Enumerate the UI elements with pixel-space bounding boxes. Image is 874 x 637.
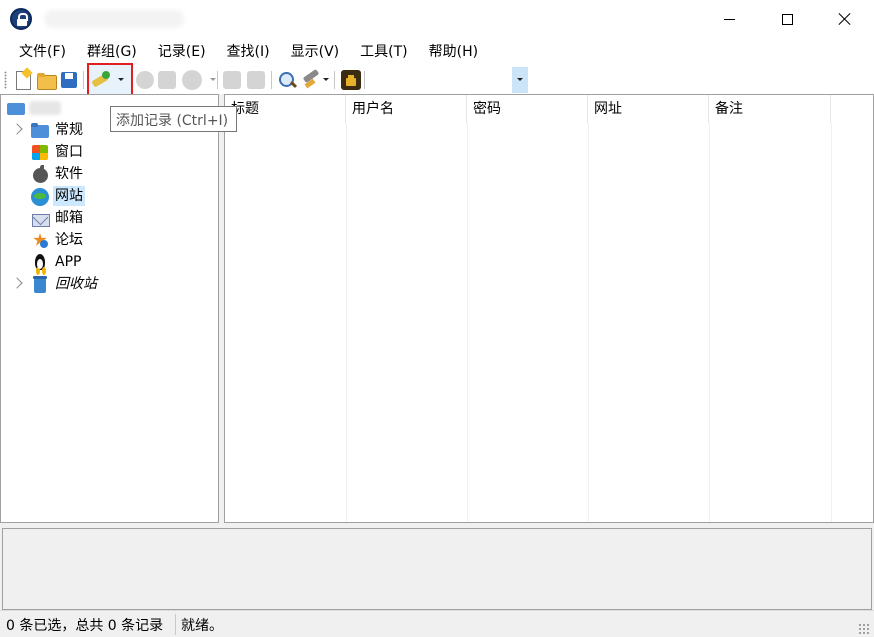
tree-item-mail[interactable]: 邮箱 <box>1 207 219 229</box>
menu-view[interactable]: 显示(V) <box>284 38 347 66</box>
copy-password-icon[interactable] <box>158 71 176 89</box>
maximize-button[interactable] <box>758 0 816 38</box>
toolbar-separator <box>364 71 365 89</box>
save-icon[interactable] <box>58 69 80 91</box>
windows-icon <box>31 143 49 161</box>
close-button[interactable] <box>816 0 874 38</box>
new-database-icon[interactable] <box>12 69 34 91</box>
menu-help[interactable]: 帮助(H) <box>422 38 485 66</box>
folder-icon <box>31 121 49 139</box>
mail-icon <box>31 209 50 227</box>
tree-item-label: 回收站 <box>55 276 97 292</box>
tree-item-app[interactable]: APP <box>1 251 219 273</box>
tree-item-label: 常规 <box>55 122 83 138</box>
lock-workspace-icon[interactable] <box>340 69 362 91</box>
star-icon <box>31 231 49 249</box>
expand-icon[interactable] <box>11 277 23 289</box>
window-title-redacted <box>44 10 184 28</box>
folder-open-icon <box>7 99 25 117</box>
add-entry-tooltip: 添加记录 (Ctrl+I) <box>110 106 237 132</box>
tree-item-recycle-bin[interactable]: 回收站 <box>1 273 219 295</box>
column-divider <box>588 123 589 522</box>
menu-find[interactable]: 查找(I) <box>220 38 277 66</box>
toolbar-separator <box>83 71 84 89</box>
column-header-username[interactable]: 用户名 <box>346 95 467 123</box>
duplicate-entry-icon[interactable] <box>247 71 265 89</box>
menu-group[interactable]: 群组(G) <box>80 38 144 66</box>
tree-item-websites[interactable]: 网站 <box>1 185 219 207</box>
status-selection-count: 0 条已选，总共 0 条记录 <box>6 618 164 634</box>
globe-icon <box>31 187 49 206</box>
tree-item-label: 邮箱 <box>55 210 83 226</box>
menu-file[interactable]: 文件(F) <box>12 38 73 66</box>
recycle-bin-icon <box>31 275 49 293</box>
open-url-icon[interactable] <box>182 70 202 90</box>
tree-item-software[interactable]: 软件 <box>1 163 219 185</box>
menu-bar: 文件(F) 群组(G) 记录(E) 查找(I) 显示(V) 工具(T) 帮助(H… <box>0 38 874 66</box>
resize-grip-icon[interactable] <box>858 623 870 635</box>
tree-item-label: 论坛 <box>55 232 83 248</box>
minimize-icon <box>723 18 735 20</box>
column-header-title[interactable]: 标题 <box>225 95 346 123</box>
column-divider <box>346 123 347 522</box>
tree-item-label: 软件 <box>55 166 83 182</box>
group-tree[interactable]: 常规 窗口 软件 网站 邮箱 论坛 APP 回收站 <box>0 94 219 523</box>
tree-item-label: APP <box>55 254 82 270</box>
close-icon <box>838 12 852 26</box>
toolbar-separator <box>217 71 218 89</box>
column-header-password[interactable]: 密码 <box>467 95 588 123</box>
add-entry-icon[interactable] <box>90 69 112 91</box>
root-label-redacted <box>29 101 61 115</box>
status-state: 就绪。 <box>181 618 223 634</box>
tree-item-forum[interactable]: 论坛 <box>1 229 219 251</box>
penguin-icon <box>31 253 49 271</box>
column-divider <box>467 123 468 522</box>
tree-item-label: 窗口 <box>55 144 83 160</box>
add-entry-dropdown-icon[interactable] <box>118 78 124 81</box>
status-bar: 0 条已选，总共 0 条记录 就绪。 <box>0 610 874 637</box>
menu-tools[interactable]: 工具(T) <box>353 38 414 66</box>
title-bar <box>0 0 874 38</box>
open-database-icon[interactable] <box>35 69 57 91</box>
toolbar-grip[interactable] <box>4 71 7 89</box>
maximize-icon <box>781 13 793 25</box>
column-header-notes[interactable]: 备注 <box>709 95 831 123</box>
toolbar-separator <box>271 71 272 89</box>
menu-entry[interactable]: 记录(E) <box>151 38 213 66</box>
column-divider <box>709 123 710 522</box>
column-divider <box>831 123 832 522</box>
expand-icon[interactable] <box>11 123 23 135</box>
copy-username-icon[interactable] <box>136 71 154 89</box>
quick-find-dropdown-button[interactable] <box>512 67 528 93</box>
tree-item-windows[interactable]: 窗口 <box>1 141 219 163</box>
tree-item-label: 网站 <box>53 186 85 206</box>
lock-icon[interactable] <box>10 8 32 30</box>
entry-list[interactable]: 标题 用户名 密码 网址 备注 <box>224 94 874 523</box>
entry-preview-panel[interactable] <box>2 528 872 610</box>
column-header-url[interactable]: 网址 <box>588 95 709 123</box>
find-icon[interactable] <box>276 69 298 91</box>
apple-icon <box>31 165 49 183</box>
toolbar-separator <box>334 71 335 89</box>
tools-dropdown-icon[interactable] <box>323 78 329 81</box>
quick-find-input[interactable] <box>366 67 512 93</box>
minimize-button[interactable] <box>700 0 758 38</box>
tools-icon[interactable] <box>300 69 322 91</box>
copy-entry-icon[interactable] <box>223 71 241 89</box>
chevron-down-icon <box>517 78 523 81</box>
open-url-dropdown-icon[interactable] <box>210 78 216 81</box>
status-divider <box>175 614 176 635</box>
